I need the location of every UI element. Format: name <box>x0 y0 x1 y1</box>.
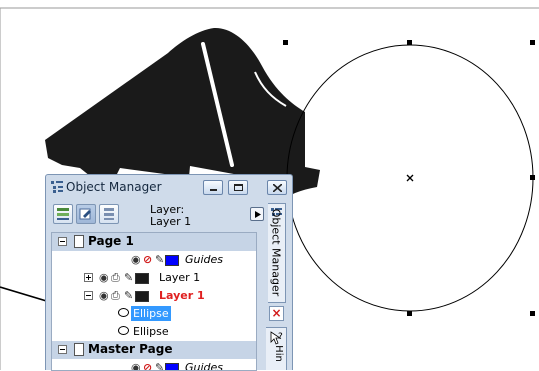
restore-button[interactable] <box>228 180 248 195</box>
pencil-icon[interactable]: ✎ <box>124 272 133 283</box>
page-icon <box>74 235 84 248</box>
tab-object-manager[interactable]: Object Manager <box>268 203 286 303</box>
layer-name: Layer 1 <box>159 271 201 284</box>
center-marker[interactable] <box>406 174 414 182</box>
close-button[interactable] <box>267 180 287 195</box>
edit-across-layers-button[interactable] <box>76 204 96 224</box>
tab-label: Object Manager <box>269 208 283 297</box>
selection-handle[interactable] <box>530 40 535 45</box>
layer-color-swatch[interactable] <box>135 291 149 302</box>
tree-item-ellipse[interactable]: Ellipse <box>52 323 256 341</box>
pencil-icon[interactable]: ✎ <box>124 290 133 301</box>
tree-item-guides[interactable]: ◉ ⊘ ✎ Guides <box>52 251 256 269</box>
object-manager-icon <box>51 181 63 193</box>
layers-icon <box>57 208 69 220</box>
selection-handle[interactable] <box>407 40 412 45</box>
selection-handle[interactable] <box>407 311 412 316</box>
selection-handle[interactable] <box>283 40 288 45</box>
page-name: Master Page <box>88 342 173 356</box>
layer-manager-view-button[interactable] <box>99 204 119 224</box>
eye-icon[interactable]: ◉ <box>99 290 109 301</box>
minimize-icon <box>210 189 217 191</box>
docker-close-button[interactable]: × <box>269 306 284 321</box>
edit-across-layers-icon <box>79 208 91 220</box>
restore-icon <box>234 184 243 191</box>
object-tree: Page 1 ◉ ⊘ ✎ Guides ◉ ⎙ ✎ Layer 1 ◉ ⎙ ✎ … <box>51 232 257 371</box>
printer-icon[interactable]: ⎙ <box>111 290 120 301</box>
collapse-toggle[interactable] <box>58 237 67 246</box>
no-print-icon[interactable]: ⊘ <box>143 254 152 265</box>
svg-text:?: ? <box>278 332 283 342</box>
eye-icon[interactable]: ◉ <box>131 254 141 265</box>
panel-title: Object Manager <box>66 180 162 194</box>
close-icon: × <box>271 306 282 320</box>
ellipse-icon <box>118 308 129 317</box>
layer-name: Layer 1 <box>159 289 205 302</box>
pencil-icon[interactable]: ✎ <box>155 254 164 265</box>
hints-icon: ? <box>270 331 283 345</box>
tree-item-ellipse-selected[interactable]: Ellipse <box>52 305 256 323</box>
expand-toggle[interactable] <box>84 273 93 282</box>
tab-label: Hin <box>272 345 284 362</box>
tree-item-master-page[interactable]: Master Page <box>52 341 256 359</box>
printer-icon[interactable]: ⎙ <box>111 272 120 283</box>
tree-item-master-guides[interactable]: ◉ ⊘ ✎ Guides <box>52 359 256 370</box>
tab-hints[interactable]: ? Hin <box>266 327 287 370</box>
collapse-toggle[interactable] <box>58 345 67 354</box>
flyout-menu-button[interactable] <box>250 207 264 221</box>
show-properties-button[interactable] <box>53 204 73 224</box>
collapse-toggle[interactable] <box>84 291 93 300</box>
object-name: Ellipse <box>131 306 171 321</box>
layer-color-swatch[interactable] <box>165 255 179 266</box>
eye-icon[interactable]: ◉ <box>99 272 109 283</box>
object-name: Ellipse <box>133 325 169 338</box>
selection-handle[interactable] <box>530 175 535 180</box>
tree-item-layer-1-active[interactable]: ◉ ⎙ ✎ Layer 1 <box>52 287 256 305</box>
layer-manager-icon <box>104 208 114 220</box>
ellipse-icon <box>118 326 129 335</box>
panel-titlebar[interactable]: Object Manager <box>46 175 292 199</box>
page-icon <box>74 343 84 356</box>
tree-item-layer-1[interactable]: ◉ ⎙ ✎ Layer 1 <box>52 269 256 287</box>
selection-handle[interactable] <box>530 311 535 316</box>
layer-color-swatch[interactable] <box>135 273 149 284</box>
tree-item-page-1[interactable]: Page 1 <box>52 233 256 251</box>
flyout-arrow-icon <box>255 211 261 218</box>
active-layer-value: Layer 1 <box>150 215 192 228</box>
layer-name: Guides <box>185 253 224 266</box>
object-manager-panel: Object Manager Layer: Layer 1 Page 1 ◉ ⊘… <box>45 174 293 371</box>
close-icon <box>273 184 282 192</box>
page-name: Page 1 <box>88 234 134 248</box>
minimize-button[interactable] <box>203 180 223 195</box>
